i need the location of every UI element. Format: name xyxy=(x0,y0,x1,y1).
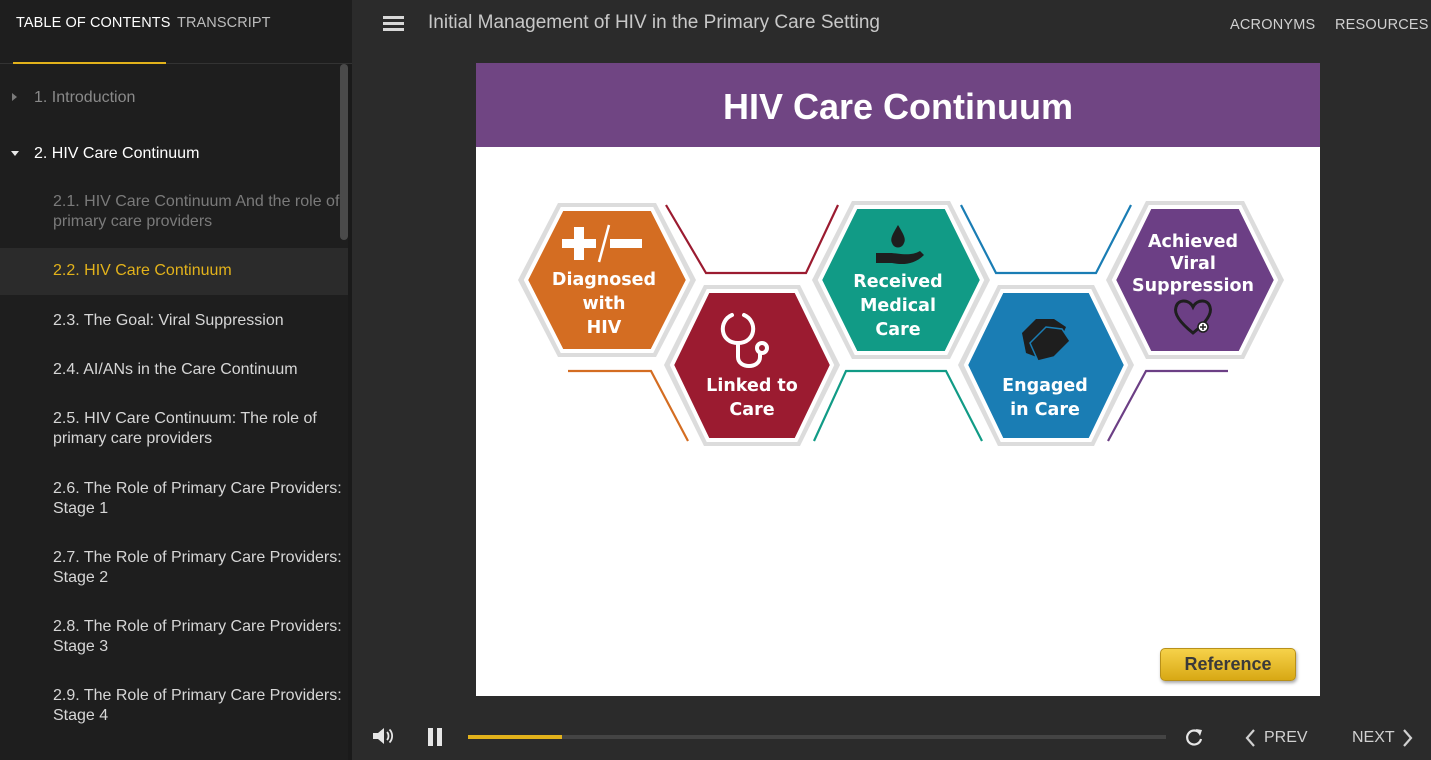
slide-canvas: HIV Care Continuum Diagnosed with HIV Li… xyxy=(476,63,1320,696)
toc-list: 1. Introduction 2. HIV Care Continuum 2.… xyxy=(0,64,352,760)
toc-item-label: 2.1. HIV Care Continuum And the role of … xyxy=(53,193,340,230)
toc-item-label: 2.5. HIV Care Continuum: The role of pri… xyxy=(53,410,317,447)
next-button[interactable]: NEXT xyxy=(1352,726,1422,748)
toc-item-2-1[interactable]: 2.1. HIV Care Continuum And the role of … xyxy=(0,192,350,232)
stage-label: with xyxy=(583,294,626,314)
sidebar-scroll-track[interactable] xyxy=(348,64,352,760)
toc-item-label: 2.4. AI/ANs in the Care Continuum xyxy=(53,361,298,378)
acronyms-link[interactable]: ACRONYMS xyxy=(1230,17,1315,33)
slide-banner: HIV Care Continuum xyxy=(476,63,1320,147)
player-controls: PREV NEXT xyxy=(352,712,1431,760)
toc-item-label: 2.6. The Role of Primary Care Providers:… xyxy=(53,480,342,517)
course-player: TABLE OF CONTENTS TRANSCRIPT 1. Introduc… xyxy=(0,0,1431,760)
chevron-right-icon xyxy=(1403,729,1413,747)
progress-fill xyxy=(468,735,563,739)
toc-item-label: 2. HIV Care Continuum xyxy=(34,145,200,162)
toc-item-2-9[interactable]: 2.9. The Role of Primary Care Providers:… xyxy=(0,686,350,726)
toc-item-label: 2.2. HIV Care Continuum xyxy=(53,262,232,279)
toc-item-label: 2.3. The Goal: Viral Suppression xyxy=(53,312,284,329)
pause-icon[interactable] xyxy=(428,728,442,746)
toc-item-label: 2.9. The Role of Primary Care Providers:… xyxy=(53,687,342,724)
replay-icon[interactable] xyxy=(1184,727,1204,747)
slide-title: HIV Care Continuum xyxy=(722,86,1073,127)
course-title: Initial Management of HIV in the Primary… xyxy=(428,12,880,33)
sidebar-tabs: TABLE OF CONTENTS TRANSCRIPT xyxy=(0,0,352,64)
reference-button[interactable]: Reference xyxy=(1160,648,1296,681)
toc-item-2-5[interactable]: 2.5. HIV Care Continuum: The role of pri… xyxy=(0,409,350,449)
care-continuum-graphic: Diagnosed with HIV Linked to Care Receiv… xyxy=(518,201,1284,446)
stage-label: Achieved xyxy=(1148,232,1238,252)
toc-item-2-3[interactable]: 2.3. The Goal: Viral Suppression xyxy=(0,311,350,331)
stage-label: in Care xyxy=(1010,400,1080,420)
toc-item-2-2[interactable]: 2.2. HIV Care Continuum xyxy=(0,248,350,295)
progress-bar[interactable] xyxy=(468,735,1166,739)
tab-table-of-contents[interactable]: TABLE OF CONTENTS xyxy=(16,15,171,31)
stage-label: Medical xyxy=(860,296,936,316)
toc-item-label: 1. Introduction xyxy=(34,89,136,106)
volume-icon[interactable] xyxy=(372,726,394,746)
stage-engaged-in-care: Engaged in Care xyxy=(958,285,1134,446)
stage-label: Care xyxy=(729,400,774,420)
prev-label: PREV xyxy=(1264,729,1308,746)
stage-achieved-viral-suppression: Achieved Viral Suppression xyxy=(1106,201,1284,359)
sidebar: TABLE OF CONTENTS TRANSCRIPT 1. Introduc… xyxy=(0,0,352,760)
tab-transcript[interactable]: TRANSCRIPT xyxy=(177,15,271,31)
stage-label: Viral xyxy=(1170,254,1216,274)
resources-link[interactable]: RESOURCES xyxy=(1335,17,1429,33)
toc-item-introduction[interactable]: 1. Introduction xyxy=(0,88,350,108)
stage-label: Linked to xyxy=(706,376,798,396)
toc-item-2-8[interactable]: 2.8. The Role of Primary Care Providers:… xyxy=(0,617,350,657)
chevron-left-icon xyxy=(1245,729,1255,747)
toc-item-2-6[interactable]: 2.6. The Role of Primary Care Providers:… xyxy=(0,479,350,519)
stage-diagnosed-with-hiv: Diagnosed with HIV xyxy=(518,203,696,357)
next-label: NEXT xyxy=(1352,729,1395,746)
caret-down-icon xyxy=(11,151,19,156)
stage-label: Received xyxy=(853,272,942,292)
toc-item-2-4[interactable]: 2.4. AI/ANs in the Care Continuum xyxy=(0,360,350,380)
stage-label: Suppression xyxy=(1132,276,1254,296)
stage-label: Diagnosed xyxy=(552,270,656,290)
toc-item-label: 2.8. The Role of Primary Care Providers:… xyxy=(53,618,342,655)
stage-label: Care xyxy=(875,320,920,340)
stage-linked-to-care: Linked to Care xyxy=(664,285,840,446)
hamburger-menu-icon[interactable] xyxy=(383,16,405,32)
sidebar-scrollbar-thumb[interactable] xyxy=(340,64,348,240)
caret-right-icon xyxy=(12,93,17,101)
stage-received-medical-care: Received Medical Care xyxy=(812,201,990,359)
prev-button[interactable]: PREV xyxy=(1242,726,1312,748)
stage-label: Engaged xyxy=(1002,376,1088,396)
toc-item-hiv-care-continuum[interactable]: 2. HIV Care Continuum xyxy=(0,144,350,164)
toc-item-label: 2.7. The Role of Primary Care Providers:… xyxy=(53,549,342,586)
stage-label: HIV xyxy=(587,318,622,338)
toc-item-2-7[interactable]: 2.7. The Role of Primary Care Providers:… xyxy=(0,548,350,588)
